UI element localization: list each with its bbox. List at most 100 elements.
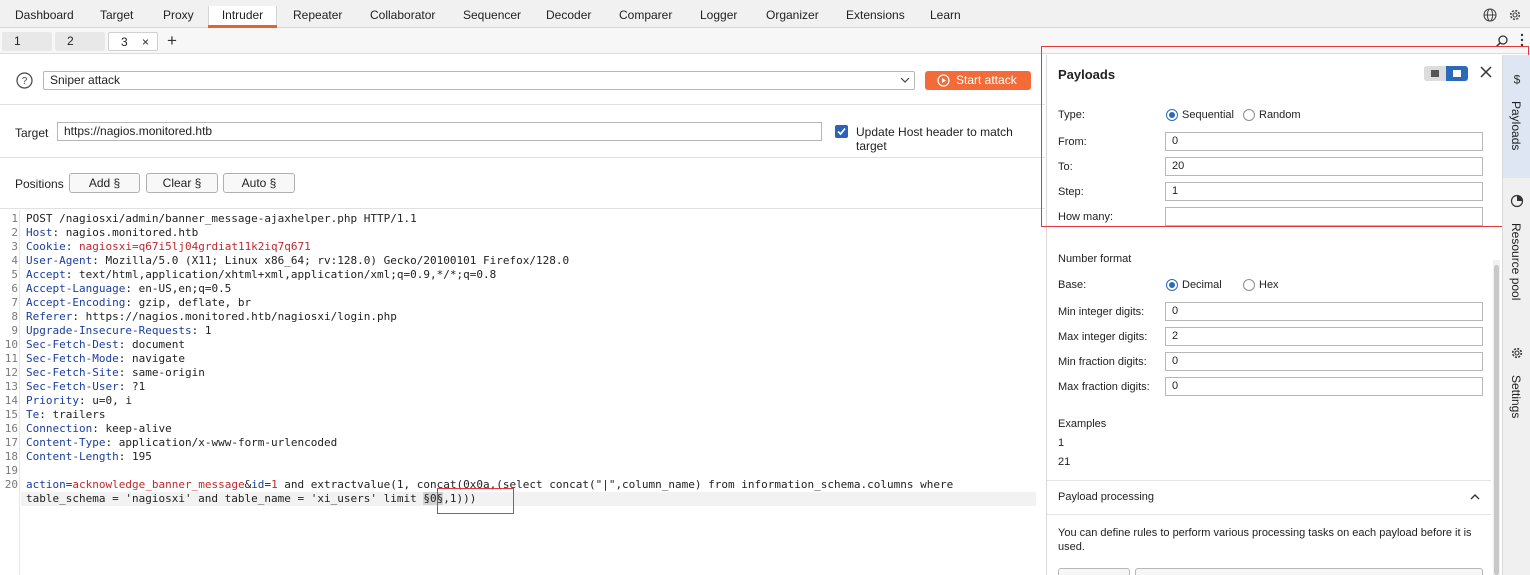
- globe-icon[interactable]: [1483, 8, 1497, 22]
- nav-tab-organizer[interactable]: Organizer: [766, 0, 819, 28]
- header-line: Sec-Fetch-Mode: navigate: [26, 352, 185, 365]
- decimal-radio[interactable]: [1166, 279, 1178, 291]
- attack-type-value: Sniper attack: [50, 73, 121, 87]
- header-line: Referer: https://nagios.monitored.htb/na…: [26, 310, 397, 323]
- header-line: Upgrade-Insecure-Requests: 1: [26, 324, 212, 337]
- nav-tab-decoder[interactable]: Decoder: [546, 0, 591, 28]
- target-url-input[interactable]: https://nagios.monitored.htb: [57, 122, 822, 141]
- body-injection-text: and extractvalue(1, concat(0x0a,(select …: [277, 478, 954, 491]
- hex-label: Hex: [1259, 279, 1279, 291]
- header-name: Accept: [26, 268, 66, 281]
- more-options-icon[interactable]: [1520, 33, 1524, 47]
- body-line-2: table_schema = 'nagiosxi' and table_name…: [26, 492, 476, 506]
- nav-tab-logger[interactable]: Logger: [700, 0, 737, 28]
- line-number: 8: [11, 310, 18, 323]
- header-value: same-origin: [131, 366, 205, 379]
- svg-text:?: ?: [22, 76, 28, 87]
- line-number: 11: [4, 352, 18, 365]
- min-integer-label: Min integer digits:: [1058, 306, 1145, 318]
- gear-icon[interactable]: [1508, 8, 1522, 22]
- header-line: Content-Type: application/x-www-form-url…: [26, 436, 338, 449]
- rail-label: Payloads: [1509, 101, 1523, 151]
- pie-chart-icon: [1510, 194, 1524, 208]
- line-number: 5: [11, 268, 18, 281]
- payload-processing-title: Payload processing: [1058, 491, 1155, 503]
- rail-tab-resource-pool[interactable]: Resource pool: [1503, 179, 1530, 329]
- attack-tab-2[interactable]: 2: [55, 32, 105, 51]
- header-name: Accept-Language: [26, 282, 126, 295]
- header-line: Sec-Fetch-Site: same-origin: [26, 366, 205, 379]
- max-integer-input[interactable]: 2: [1165, 327, 1483, 346]
- nav-tab-intruder[interactable]: Intruder: [208, 0, 277, 28]
- header-name: Sec-Fetch-Site: [26, 366, 119, 379]
- header-value: gzip, deflate, br: [138, 296, 252, 309]
- panel-scrollbar-thumb[interactable]: [1494, 265, 1499, 575]
- close-tab-icon[interactable]: ×: [142, 33, 149, 52]
- nav-tab-proxy[interactable]: Proxy: [163, 0, 194, 28]
- header-value: ?1: [131, 380, 146, 393]
- line-number: 2: [11, 226, 18, 239]
- nav-tab-learn[interactable]: Learn: [930, 0, 961, 28]
- chevron-down-icon: [900, 77, 910, 83]
- header-line: Host: nagios.monitored.htb: [26, 226, 199, 239]
- clear-markers-button[interactable]: Clear §: [146, 173, 218, 193]
- line-number: 13: [4, 380, 18, 393]
- header-line: Accept-Encoding: gzip, deflate, br: [26, 296, 252, 309]
- section-divider: [1047, 480, 1491, 481]
- collapse-chevron-icon[interactable]: [1469, 491, 1481, 503]
- nav-tab-repeater[interactable]: Repeater: [293, 0, 342, 28]
- header-name: Host: [26, 226, 53, 239]
- attack-tab-label: 1: [14, 34, 21, 48]
- header-name: Accept-Encoding: [26, 296, 126, 309]
- svg-text:$: $: [1514, 73, 1521, 87]
- attack-tab-label: 2: [67, 34, 74, 48]
- header-name: Sec-Fetch-Dest: [26, 338, 119, 351]
- rail-tab-settings[interactable]: Settings: [1503, 333, 1530, 433]
- add-rule-button[interactable]: [1058, 568, 1130, 575]
- nav-tab-extensions[interactable]: Extensions: [846, 0, 905, 28]
- header-value: text/html,application/xhtml+xml,applicat…: [79, 268, 497, 281]
- max-fraction-input[interactable]: 0: [1165, 377, 1483, 396]
- auto-markers-button[interactable]: Auto §: [223, 173, 295, 193]
- attack-tab-1[interactable]: 1: [2, 32, 52, 51]
- attack-tab-3[interactable]: 3 ×: [108, 32, 158, 51]
- header-value: 1: [204, 324, 212, 337]
- rail-tab-payloads[interactable]: $ Payloads: [1503, 55, 1530, 178]
- min-fraction-input[interactable]: 0: [1165, 352, 1483, 371]
- add-tab-button[interactable]: +: [167, 31, 177, 51]
- header-value: navigate: [131, 352, 185, 365]
- header-value: u=0, i: [92, 394, 132, 407]
- request-editor[interactable]: 1 2 3 4 5 6 7 8 9 10 11 12 13 14 15 16 1…: [0, 210, 1042, 575]
- help-icon[interactable]: ?: [16, 72, 33, 89]
- target-label: Target: [15, 126, 49, 140]
- update-host-checkbox[interactable]: [835, 125, 848, 138]
- attack-type-select[interactable]: Sniper attack: [43, 71, 915, 90]
- nav-tab-comparer[interactable]: Comparer: [619, 0, 672, 28]
- header-value: 195: [131, 450, 152, 463]
- header-value: document: [131, 338, 185, 351]
- add-marker-button[interactable]: Add §: [69, 173, 140, 193]
- body-param-name: id: [251, 478, 265, 491]
- attack-tab-label: 3: [121, 35, 128, 49]
- hex-radio[interactable]: [1243, 279, 1255, 291]
- header-value: nagiosxi=q67i5lj04grdiat11k2iq7q671: [79, 240, 311, 253]
- start-attack-label: Start attack: [956, 73, 1017, 87]
- line-number: 12: [4, 366, 18, 379]
- examples-title: Examples: [1058, 418, 1107, 430]
- line-number: 4: [11, 254, 18, 267]
- min-fraction-label: Min fraction digits:: [1058, 356, 1147, 368]
- min-integer-input[interactable]: 0: [1165, 302, 1483, 321]
- header-value: nagios.monitored.htb: [65, 226, 199, 239]
- header-name: User-Agent: [26, 254, 93, 267]
- header-value: trailers: [52, 408, 106, 421]
- header-name: Cookie: [26, 240, 66, 253]
- nav-tab-target[interactable]: Target: [100, 0, 133, 28]
- nav-tab-dashboard[interactable]: Dashboard: [15, 0, 74, 28]
- header-name: Content-Type: [26, 436, 106, 449]
- dollar-icon: $: [1514, 73, 1521, 87]
- nav-tab-sequencer[interactable]: Sequencer: [463, 0, 521, 28]
- line-number: 9: [11, 324, 18, 337]
- request-line: POST /nagiosxi/admin/banner_message-ajax…: [26, 212, 417, 225]
- nav-tab-collaborator[interactable]: Collaborator: [370, 0, 435, 28]
- start-attack-button[interactable]: Start attack: [925, 71, 1031, 90]
